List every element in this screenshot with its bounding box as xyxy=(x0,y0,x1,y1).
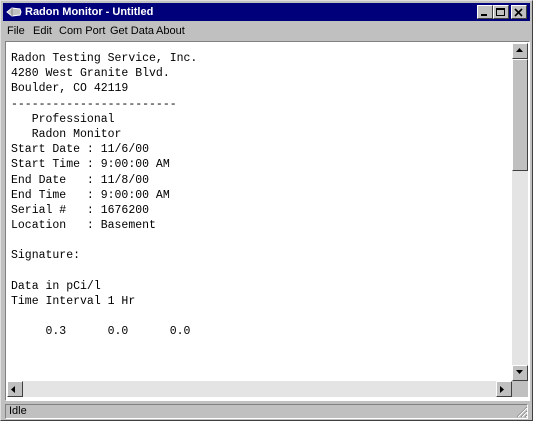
report-text-area[interactable]: Radon Testing Service, Inc. 4280 West Gra… xyxy=(7,43,512,381)
app-window: Radon Monitor - Untitled File Edit Com P… xyxy=(0,0,533,421)
report-line: 0.3 0.0 0.0 xyxy=(11,325,191,339)
scroll-right-button[interactable] xyxy=(496,381,512,397)
close-button[interactable] xyxy=(511,5,527,19)
report-line: 4280 West Granite Blvd. xyxy=(11,67,170,81)
vertical-scrollbar[interactable] xyxy=(512,43,528,381)
scroll-left-button[interactable] xyxy=(7,381,23,397)
document-area: Radon Testing Service, Inc. 4280 West Gra… xyxy=(5,41,530,401)
vertical-scroll-thumb[interactable] xyxy=(512,59,528,171)
title-bar[interactable]: Radon Monitor - Untitled xyxy=(3,3,530,21)
menu-edit[interactable]: Edit xyxy=(33,24,52,38)
status-text: Idle xyxy=(5,404,528,419)
report-line: Time Interval 1 Hr xyxy=(11,295,136,308)
scroll-down-button[interactable] xyxy=(512,365,528,381)
report-line: Start Time : 9:00:00 AM xyxy=(11,158,170,172)
menu-file[interactable]: File xyxy=(7,24,25,38)
scrollbar-corner xyxy=(512,381,528,397)
report-line: Radon Testing Service, Inc. xyxy=(11,52,198,65)
minimize-button[interactable] xyxy=(477,5,493,19)
report-line: ------------------------ xyxy=(11,97,177,111)
report-line: Data in pCi/l xyxy=(11,279,101,293)
status-bar: Idle xyxy=(3,403,530,420)
menu-get-data[interactable]: Get Data xyxy=(110,24,154,38)
menu-com-port[interactable]: Com Port xyxy=(59,24,105,38)
report-line: Location : Basement xyxy=(11,219,156,233)
horizontal-scrollbar[interactable] xyxy=(7,381,512,397)
report-line: Signature: xyxy=(11,249,81,263)
report-line: Serial # : 1676200 xyxy=(11,203,150,217)
report-line: Start Date : 11/6/00 xyxy=(11,143,150,157)
window-title: Radon Monitor - Untitled xyxy=(25,6,154,18)
maximize-button[interactable] xyxy=(493,5,509,19)
report-line: Boulder, CO 42119 xyxy=(11,82,129,96)
report-line: End Date : 11/8/00 xyxy=(11,173,150,187)
resize-grip-icon[interactable] xyxy=(516,406,528,418)
report-line: Radon Monitor xyxy=(11,127,122,141)
menu-bar: File Edit Com Port Get Data About xyxy=(3,22,530,40)
scroll-up-button[interactable] xyxy=(512,43,528,59)
report-line: End Time : 9:00:00 AM xyxy=(11,188,170,202)
report-line: Professional xyxy=(11,112,115,126)
menu-about[interactable]: About xyxy=(156,24,185,38)
radon-app-icon xyxy=(6,5,22,19)
